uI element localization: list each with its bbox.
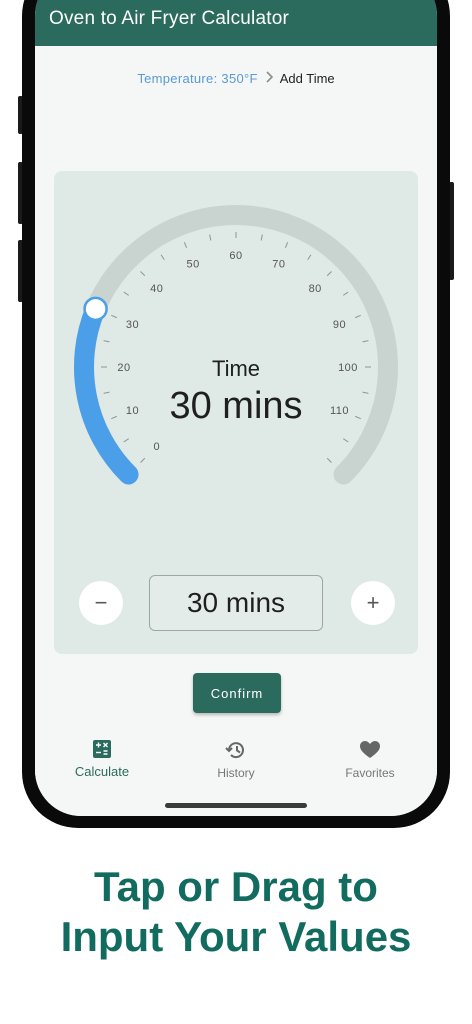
dial-value: 30 mins (169, 385, 303, 427)
decrement-button[interactable]: − (79, 581, 123, 625)
dial-tick (111, 314, 118, 319)
dial-tick (123, 438, 130, 443)
dial-tick-label: 60 (229, 250, 242, 262)
chevron-right-icon (264, 70, 274, 86)
dial-tick-label: 30 (126, 319, 139, 331)
dial-tick-label: 40 (150, 283, 163, 295)
time-dial-card: 0 10 20 30 40 50 60 70 80 90 100 110 Time 30 mins −… (54, 171, 418, 654)
plus-icon: + (366, 590, 380, 615)
breadcrumb-temperature-link[interactable]: Temperature: 350°F (137, 71, 257, 86)
dial-tick (140, 457, 146, 463)
app-bar: Oven to Air Fryer Calculator (35, 0, 437, 46)
dial-tick (342, 291, 349, 296)
dial-tick (140, 271, 146, 277)
dial-tick (209, 234, 212, 241)
dial-tick (260, 234, 263, 241)
nav-label-calculate: Calculate (74, 764, 130, 779)
dial-tick (160, 254, 165, 261)
dial-tick-label: 50 (187, 259, 200, 271)
dial-tick (326, 457, 332, 463)
dial-tick-label: 70 (272, 259, 285, 271)
dial-tick (123, 291, 130, 296)
app-screen: Oven to Air Fryer Calculator Temperature… (35, 0, 437, 816)
nav-label-favorites: Favorites (345, 766, 395, 780)
dial-tick (342, 438, 349, 443)
increment-button[interactable]: + (351, 581, 395, 625)
dial-label: Time (211, 356, 261, 381)
time-input[interactable]: 30 mins (149, 575, 323, 631)
dial-tick (103, 340, 110, 343)
dial-tick (307, 254, 312, 261)
dial-tick (326, 271, 332, 277)
nav-label-history: History (217, 766, 255, 780)
dial-tick (362, 340, 369, 343)
calculator-icon (93, 740, 111, 758)
confirm-button[interactable]: Confirm (193, 673, 281, 713)
dial-tick (354, 314, 361, 319)
promo-line-1: Tap or Drag to (94, 863, 378, 910)
history-icon (225, 742, 244, 759)
dial-knob[interactable] (83, 296, 108, 322)
dial-tick-label: 90 (333, 319, 346, 331)
nav-item-calculate[interactable]: Calculate (52, 740, 152, 779)
minus-icon: − (94, 590, 108, 615)
dial-tick-label: 80 (309, 283, 322, 295)
breadcrumb-current: Add Time (279, 70, 335, 86)
nav-item-history[interactable]: History (186, 740, 286, 780)
dial-tick (183, 242, 188, 249)
dial-tick-label: 0 (153, 441, 160, 453)
nav-item-favorites[interactable]: Favorites (320, 740, 420, 780)
dial-tick (284, 242, 289, 249)
breadcrumb: Temperature: 350°F Add Time (35, 70, 437, 86)
promo-headline: Tap or Drag to Input Your Values (0, 862, 472, 962)
promo-line-2: Input Your Values (60, 913, 412, 960)
app-title: Oven to Air Fryer Calculator (49, 8, 290, 29)
heart-icon (360, 741, 380, 758)
home-indicator (165, 803, 307, 808)
